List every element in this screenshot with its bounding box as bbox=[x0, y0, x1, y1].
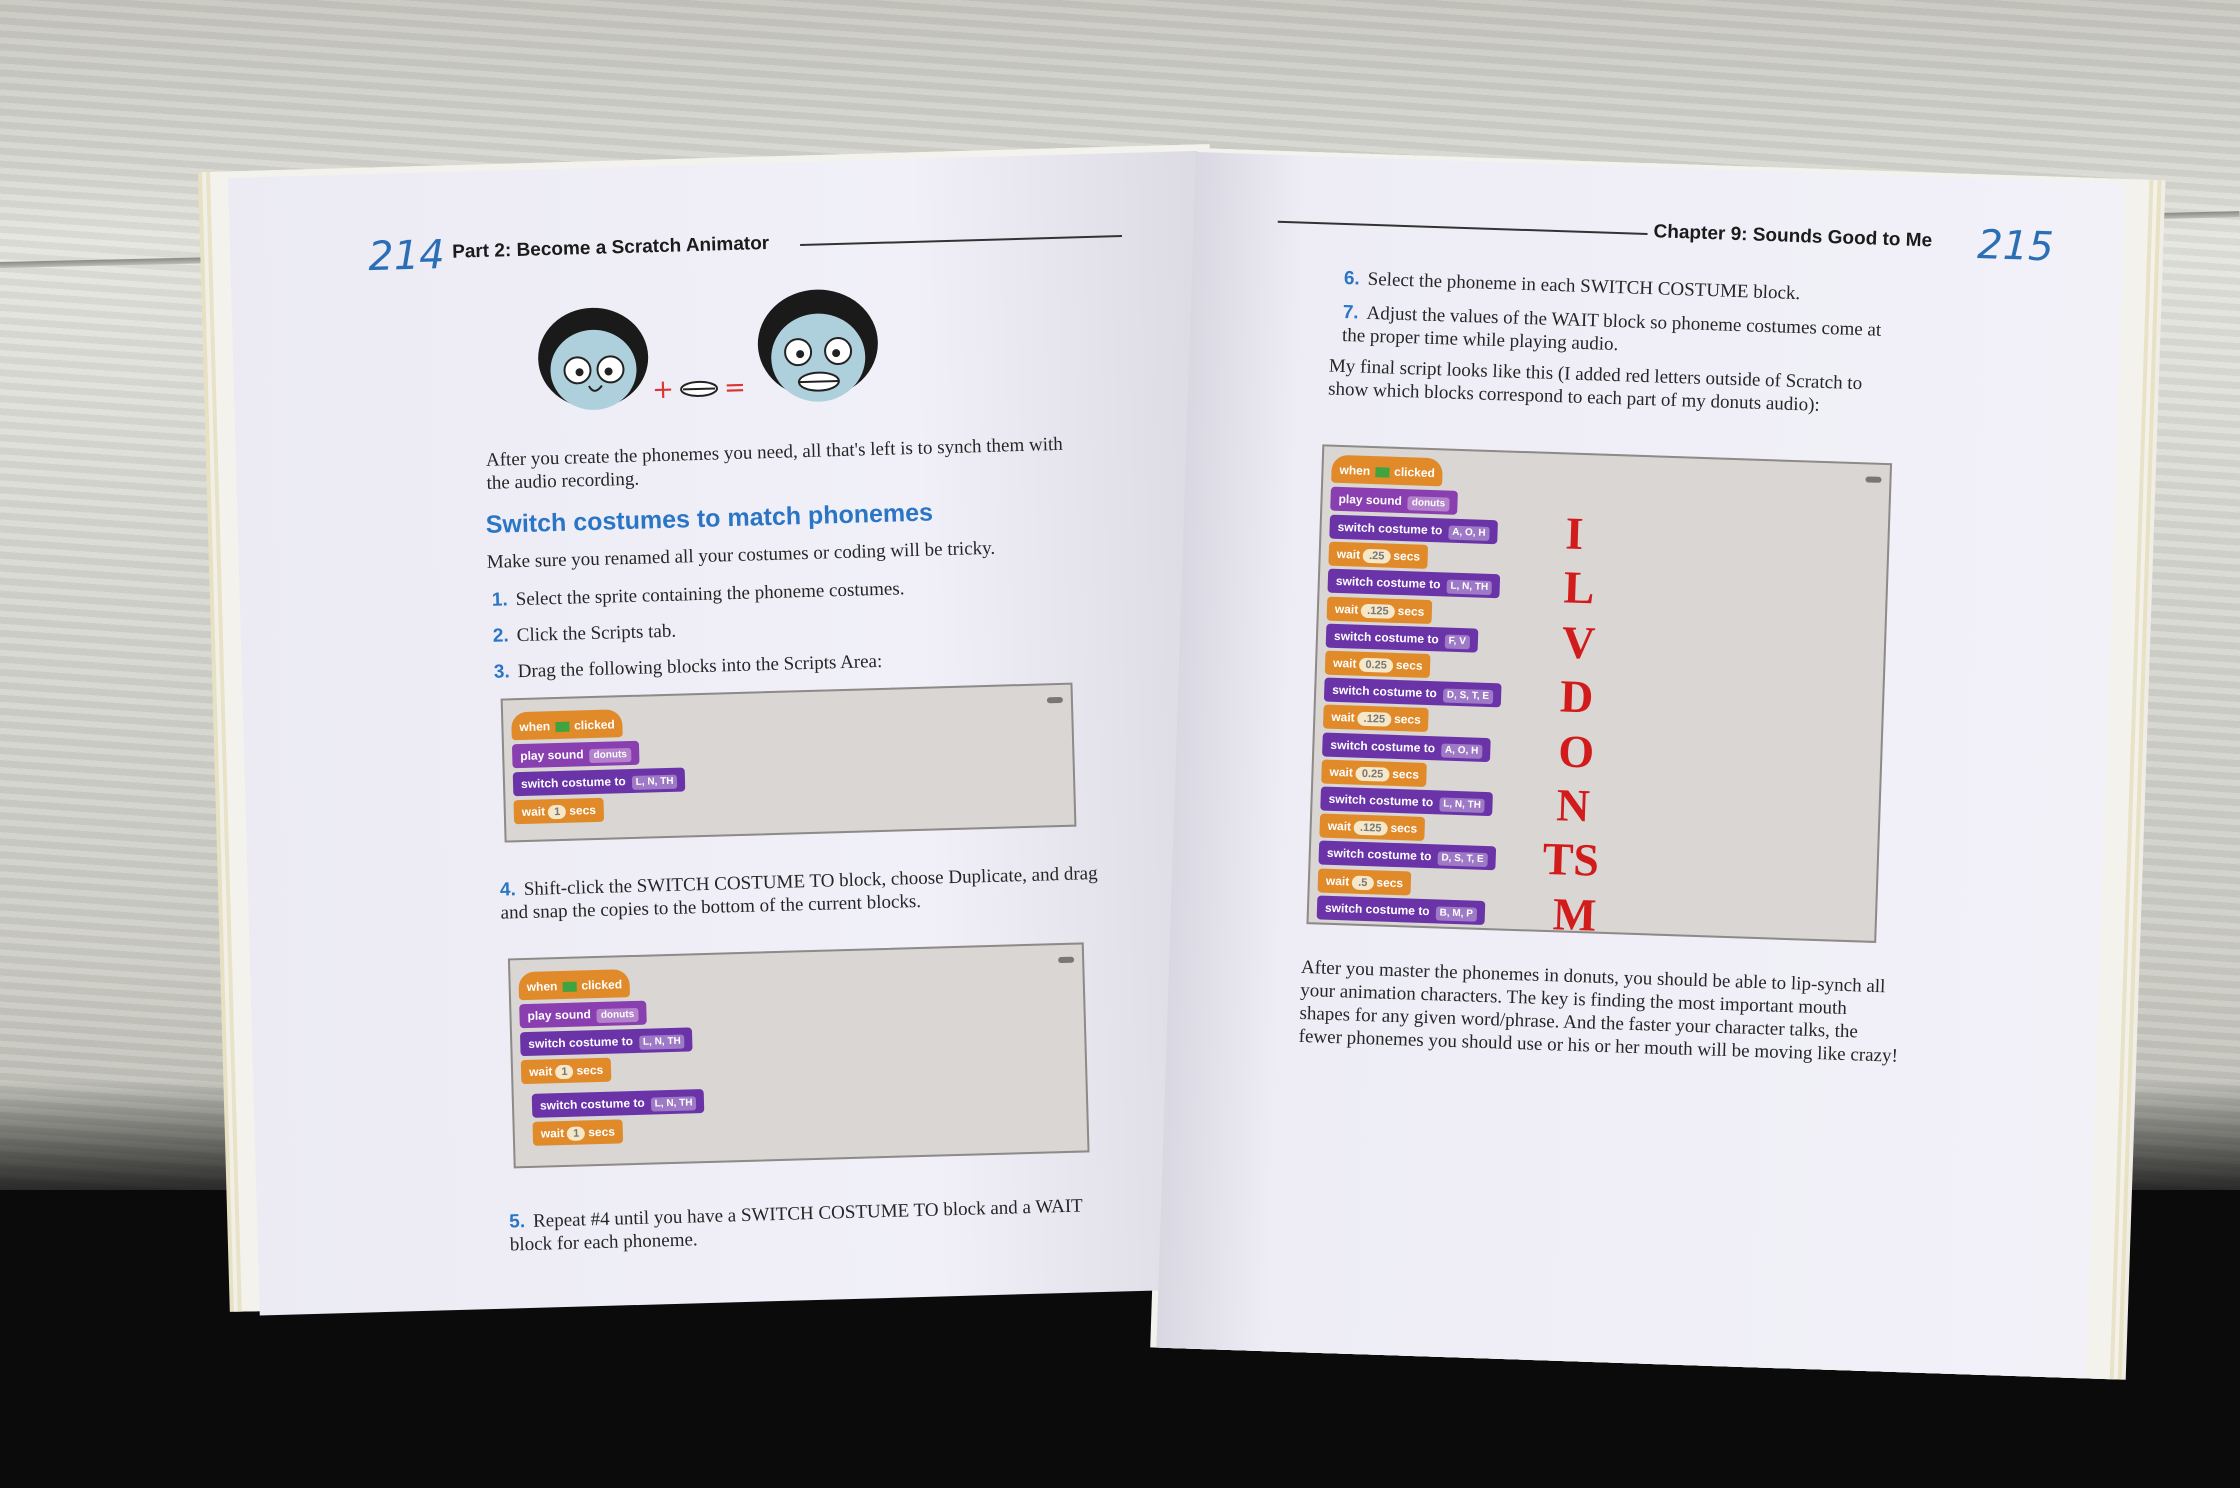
wait-block: wait .25 secs bbox=[1328, 541, 1429, 570]
red-annotation-letter: N bbox=[1555, 779, 1591, 832]
wait-block: wait .125 secs bbox=[1319, 813, 1426, 842]
when-flag-clicked-block: when clicked bbox=[511, 709, 624, 741]
switch-costume-block: switch costume to A, O, H bbox=[1329, 514, 1498, 545]
switch-costume-block: switch costume to D, S, T, E bbox=[1323, 677, 1502, 708]
scripts-area-figure-2: when clicked play sound donuts switch cost… bbox=[507, 942, 1090, 1169]
wait-block: wait 1 secs bbox=[520, 1057, 612, 1085]
wait-block: wait .5 secs bbox=[1317, 868, 1412, 896]
header-rule bbox=[1277, 220, 1648, 236]
red-annotation-letter: V bbox=[1561, 616, 1597, 669]
page-number: 215 bbox=[1976, 221, 2055, 271]
plus-sign: + bbox=[652, 375, 675, 406]
when-flag-clicked-block: when clicked bbox=[518, 969, 631, 1001]
green-flag-icon bbox=[562, 981, 577, 992]
zoom-tools-icon bbox=[1865, 476, 1882, 483]
face-left bbox=[538, 307, 649, 410]
switch-costume-block: switch costume to F, V bbox=[1325, 623, 1479, 653]
section-heading: Switch costumes to match phonemes bbox=[485, 498, 934, 539]
step-4: 4. Shift-click the SWITCH COSTUME TO bloc… bbox=[499, 862, 1098, 924]
step-6: 6. Select the phoneme in each SWITCH COST… bbox=[1343, 267, 1801, 305]
red-annotation-letter: I bbox=[1564, 507, 1585, 560]
zoom-tools-icon bbox=[1058, 956, 1075, 964]
phoneme-faces-illustration: + = bbox=[538, 289, 878, 410]
zoom-tools-icon bbox=[1046, 696, 1063, 704]
wait-block: wait 0.25 secs bbox=[1324, 650, 1431, 679]
open-book: 214 Part 2: Become a Scratch Animator + … bbox=[0, 0, 2240, 1488]
header-rule bbox=[800, 235, 1122, 247]
intro-paragraph: After you create the phonemes you need, … bbox=[485, 433, 1064, 494]
step-2: 2. Click the Scripts tab. bbox=[492, 620, 677, 647]
red-annotation-letter: L bbox=[1562, 561, 1596, 614]
green-flag-icon bbox=[1374, 466, 1390, 478]
scripts-area-final-script: when clicked play sound donuts switch cost… bbox=[1306, 444, 1893, 943]
step-5: 5. Repeat #4 until you have a SWITCH COST… bbox=[508, 1195, 1083, 1256]
script-intro: My final script looks like this (I added… bbox=[1327, 355, 1863, 416]
running-head: Chapter 9: Sounds Good to Me bbox=[1653, 221, 1933, 252]
duplicated-switch-costume-block: switch costume to L, N, TH bbox=[531, 1089, 705, 1118]
switch-costume-block: switch costume to A, O, H bbox=[1322, 732, 1491, 762]
switch-costume-block: switch costume to L, N, TH bbox=[519, 1027, 694, 1057]
left-page: 214 Part 2: Become a Scratch Animator + … bbox=[228, 150, 1230, 1316]
closing-paragraph: After you master the phonemes in donuts,… bbox=[1298, 956, 1899, 1067]
wait-block: wait 0.25 secs bbox=[1321, 759, 1428, 787]
play-sound-block: play sound donuts bbox=[519, 1000, 647, 1029]
duplicated-wait-block: wait 1 secs bbox=[532, 1119, 624, 1146]
wait-block: wait .125 secs bbox=[1326, 596, 1433, 624]
step-1: 1. Select the sprite containing the phone… bbox=[491, 578, 905, 611]
red-annotation-letter: D bbox=[1559, 670, 1595, 723]
play-sound-block: play sound donuts bbox=[511, 740, 640, 769]
wait-block: wait 1 secs bbox=[513, 797, 605, 825]
switch-costume-block: switch costume to B, M, P bbox=[1316, 895, 1486, 925]
red-annotation-letter: TS bbox=[1541, 833, 1600, 887]
step-3: 3. Drag the following blocks into the Scr… bbox=[493, 650, 883, 683]
red-annotation-letter: M bbox=[1552, 888, 1598, 941]
red-annotation-letter: O bbox=[1557, 724, 1595, 778]
running-head: Part 2: Become a Scratch Animator bbox=[451, 232, 770, 263]
face-right bbox=[757, 289, 878, 402]
scripts-area-figure-1: when clicked play sound donuts switch cost… bbox=[500, 682, 1077, 843]
switch-costume-block: switch costume to L, N, TH bbox=[1327, 569, 1501, 599]
right-page: Chapter 9: Sounds Good to Me 215 6. Selec… bbox=[1156, 152, 2126, 1379]
green-flag-icon bbox=[554, 721, 570, 732]
step-7: 7. Adjust the values of the WAIT block so… bbox=[1341, 301, 1882, 356]
when-flag-clicked-block: when clicked bbox=[1331, 454, 1444, 487]
page-number: 214 bbox=[367, 231, 446, 281]
switch-costume-block: switch costume to D, S, T, E bbox=[1318, 840, 1497, 871]
switch-costume-block: switch costume to L, N, TH bbox=[512, 767, 686, 797]
section-lead: Make sure you renamed all your costumes … bbox=[486, 537, 996, 573]
switch-costume-block: switch costume to L, N, TH bbox=[1320, 786, 1494, 817]
wait-block: wait .125 secs bbox=[1322, 704, 1430, 733]
equals-sign: = bbox=[724, 373, 747, 404]
play-sound-block: play sound donuts bbox=[1330, 486, 1458, 515]
